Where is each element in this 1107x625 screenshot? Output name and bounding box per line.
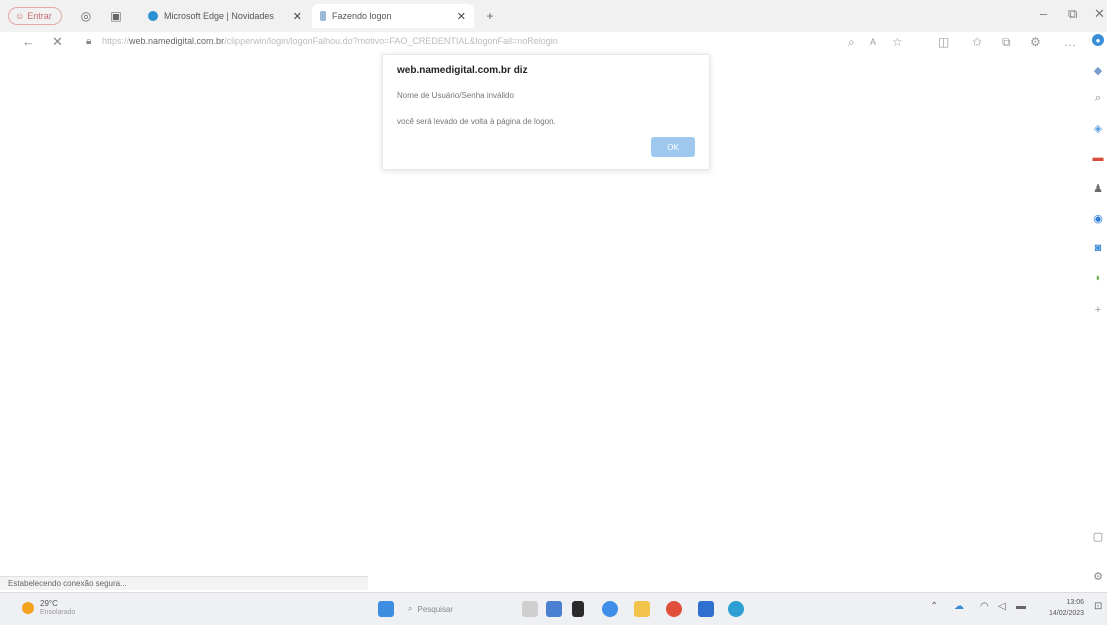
- weather-widget[interactable]: 29°C Ensolarado: [22, 599, 75, 617]
- profile-label: Entrar: [27, 11, 52, 21]
- search-page-icon[interactable]: ⌕: [848, 35, 855, 50]
- teams-icon[interactable]: [602, 601, 618, 617]
- dialog-message: você será levado de volta à página de lo…: [397, 117, 556, 126]
- alert-dialog: web.namedigital.com.br diz Nome de Usuár…: [382, 54, 710, 170]
- tab-microsoft-edge[interactable]: Microsoft Edge | Novidades ✕: [140, 4, 310, 28]
- clock[interactable]: 13:06 14/02/2023: [1049, 597, 1084, 619]
- taskbar: 29°C Ensolarado ⌕ Pesquisar ⌃ ☁ ◠ ◁ ▬ 13…: [0, 592, 1107, 625]
- collections-icon[interactable]: ⧉: [1002, 35, 1011, 50]
- tab-title: Fazendo logon: [332, 11, 392, 21]
- terminal-icon[interactable]: [572, 601, 584, 617]
- close-icon[interactable]: ✕: [457, 10, 466, 23]
- tab-actions-icon[interactable]: ▣: [108, 8, 124, 24]
- split-screen-icon[interactable]: ◫: [938, 35, 949, 49]
- edge-icon: [148, 11, 158, 21]
- window-close-icon[interactable]: ✕: [1094, 6, 1105, 22]
- drop-icon[interactable]: ◗: [1092, 272, 1104, 284]
- workspaces-icon[interactable]: ◎: [78, 8, 94, 24]
- lock-icon[interactable]: 🔒︎: [86, 36, 91, 47]
- copilot-icon[interactable]: ●: [1092, 34, 1104, 46]
- widgets-icon[interactable]: [546, 601, 562, 617]
- read-aloud-icon[interactable]: A: [870, 37, 876, 47]
- stop-icon[interactable]: ✕: [52, 34, 63, 50]
- add-sidebar-icon[interactable]: +: [1092, 304, 1104, 316]
- volume-icon[interactable]: ◁: [998, 601, 1006, 612]
- chevron-up-icon[interactable]: ⌃: [930, 601, 938, 612]
- dialog-message: Nome de Usuário/Senha inválido: [397, 91, 514, 100]
- ok-button[interactable]: OK: [651, 137, 695, 157]
- url-path: /clipperwin/login/logonFalhou.do?motivo=…: [224, 36, 558, 46]
- search-icon: ⌕: [408, 604, 413, 613]
- loading-icon: [320, 11, 326, 21]
- taskbar-search[interactable]: ⌕ Pesquisar: [408, 601, 500, 617]
- favorite-star-icon[interactable]: ☆: [892, 35, 903, 49]
- extensions-icon[interactable]: ⚙: [1030, 35, 1041, 49]
- onedrive-icon[interactable]: ☁: [954, 601, 964, 612]
- address-bar[interactable]: https://web.namedigital.com.br/clipperwi…: [102, 36, 558, 46]
- more-menu-icon[interactable]: …: [1064, 35, 1076, 49]
- date: 14/02/2023: [1049, 610, 1085, 617]
- tab-fazendo-logon[interactable]: Fazendo logon ✕: [312, 4, 474, 28]
- store-icon[interactable]: [698, 601, 714, 617]
- notification-icon[interactable]: ⊡: [1094, 601, 1102, 612]
- discover-icon[interactable]: ◆: [1092, 64, 1104, 77]
- task-view-icon[interactable]: [522, 601, 538, 617]
- chrome-icon[interactable]: [666, 601, 682, 617]
- search-placeholder: Pesquisar: [417, 604, 454, 614]
- edge-taskbar-icon[interactable]: [728, 601, 744, 617]
- address-row: ← ✕ 🔒︎ https://web.namedigital.com.br/cl…: [0, 32, 1107, 54]
- start-icon[interactable]: [378, 601, 394, 617]
- time: 13:06: [1066, 599, 1085, 606]
- back-icon[interactable]: ←: [22, 34, 35, 49]
- restore-icon[interactable]: ⧉: [1068, 6, 1077, 22]
- profile-button[interactable]: ☺ Entrar: [8, 7, 62, 25]
- wifi-icon[interactable]: ◠: [980, 601, 989, 612]
- sidebar-settings-icon[interactable]: ⚙: [1092, 570, 1104, 583]
- file-explorer-icon[interactable]: [634, 601, 650, 617]
- sun-icon: [22, 602, 34, 614]
- status-bar: Estabelecendo conexão segura...: [0, 576, 368, 590]
- games-icon[interactable]: ♟: [1092, 182, 1104, 195]
- outlook-icon[interactable]: ◙: [1092, 242, 1104, 254]
- sidebar-layout-icon[interactable]: ▢: [1092, 530, 1104, 543]
- profile-icon: ☺: [15, 11, 25, 21]
- temperature: 29°C: [40, 599, 58, 608]
- favorites-icon[interactable]: ✩: [972, 35, 982, 49]
- new-tab-icon[interactable]: +: [482, 8, 498, 24]
- weather-desc: Ensolarado: [40, 609, 76, 616]
- minimize-icon[interactable]: –: [1040, 6, 1047, 21]
- search-icon[interactable]: ⌕: [1092, 92, 1104, 104]
- dialog-title: web.namedigital.com.br diz: [397, 65, 528, 76]
- tab-title: Microsoft Edge | Novidades: [164, 11, 274, 21]
- shopping-icon[interactable]: ◈: [1092, 122, 1104, 135]
- battery-icon[interactable]: ▬: [1016, 601, 1026, 612]
- edge-sidebar: ● ◆ ⌕ ◈ ▬ ♟ ◉ ◙ ◗ + ▢ ⚙: [1089, 32, 1107, 592]
- url-prefix: https://: [102, 36, 130, 46]
- office-icon[interactable]: ◉: [1092, 212, 1104, 225]
- close-icon[interactable]: ✕: [293, 10, 302, 23]
- tools-icon[interactable]: ▬: [1092, 152, 1104, 164]
- url-domain: web.namedigital.com.br: [129, 36, 225, 46]
- tab-bar: ☺ Entrar ◎ ▣ Microsoft Edge | Novidades …: [0, 0, 1107, 33]
